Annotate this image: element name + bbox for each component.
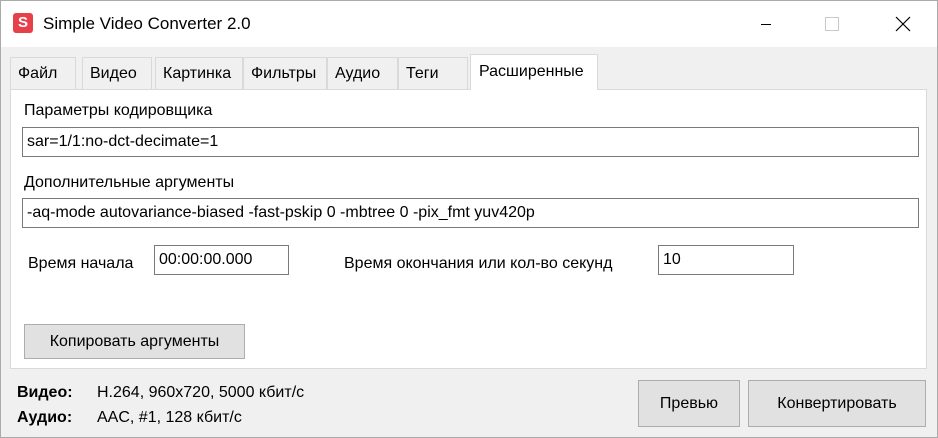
end-time-label: Время окончания или кол-во секунд [344, 255, 613, 272]
extra-args-label: Дополнительные аргументы [24, 174, 235, 191]
tab-audio[interactable]: Аудио [327, 57, 398, 89]
maximize-icon [825, 17, 839, 31]
video-status-key: Видео: [17, 384, 73, 401]
audio-status-key: Аудио: [17, 409, 73, 426]
convert-button[interactable]: Конвертировать [748, 380, 926, 427]
tab-video[interactable]: Видео [82, 57, 152, 89]
tab-advanced[interactable]: Расширенные [470, 54, 598, 90]
tab-picture[interactable]: Картинка [155, 57, 243, 89]
tab-tags[interactable]: Теги [398, 57, 468, 89]
app-window: S Simple Video Converter 2.0 Файл Видео … [0, 0, 938, 438]
title-bar[interactable]: S Simple Video Converter 2.0 [1, 1, 937, 47]
audio-status-value: AAC, #1, 128 кбит/с [97, 409, 242, 426]
maximize-button[interactable] [808, 1, 856, 47]
encoder-params-label: Параметры кодировщика [24, 102, 213, 119]
copy-args-button[interactable]: Копировать аргументы [24, 324, 245, 359]
extra-args-input[interactable]: -aq-mode autovariance-biased -fast-pskip… [22, 198, 919, 228]
preview-button[interactable]: Превью [638, 380, 740, 427]
app-logo-icon: S [13, 13, 33, 33]
window-title: Simple Video Converter 2.0 [43, 14, 251, 33]
encoder-params-input[interactable]: sar=1/1:no-dct-decimate=1 [22, 127, 919, 157]
tab-file[interactable]: Файл [10, 57, 76, 89]
close-icon [895, 16, 911, 32]
minimize-icon [761, 24, 771, 25]
minimize-button[interactable] [742, 1, 790, 47]
advanced-tab-panel: Параметры кодировщика sar=1/1:no-dct-dec… [10, 89, 927, 369]
start-time-input[interactable]: 00:00:00.000 [154, 245, 289, 275]
start-time-label: Время начала [28, 255, 134, 272]
close-button[interactable] [879, 1, 927, 47]
video-status-value: H.264, 960x720, 5000 кбит/с [97, 384, 305, 401]
tab-filters[interactable]: Фильтры [243, 57, 327, 89]
end-time-input[interactable]: 10 [658, 245, 794, 275]
